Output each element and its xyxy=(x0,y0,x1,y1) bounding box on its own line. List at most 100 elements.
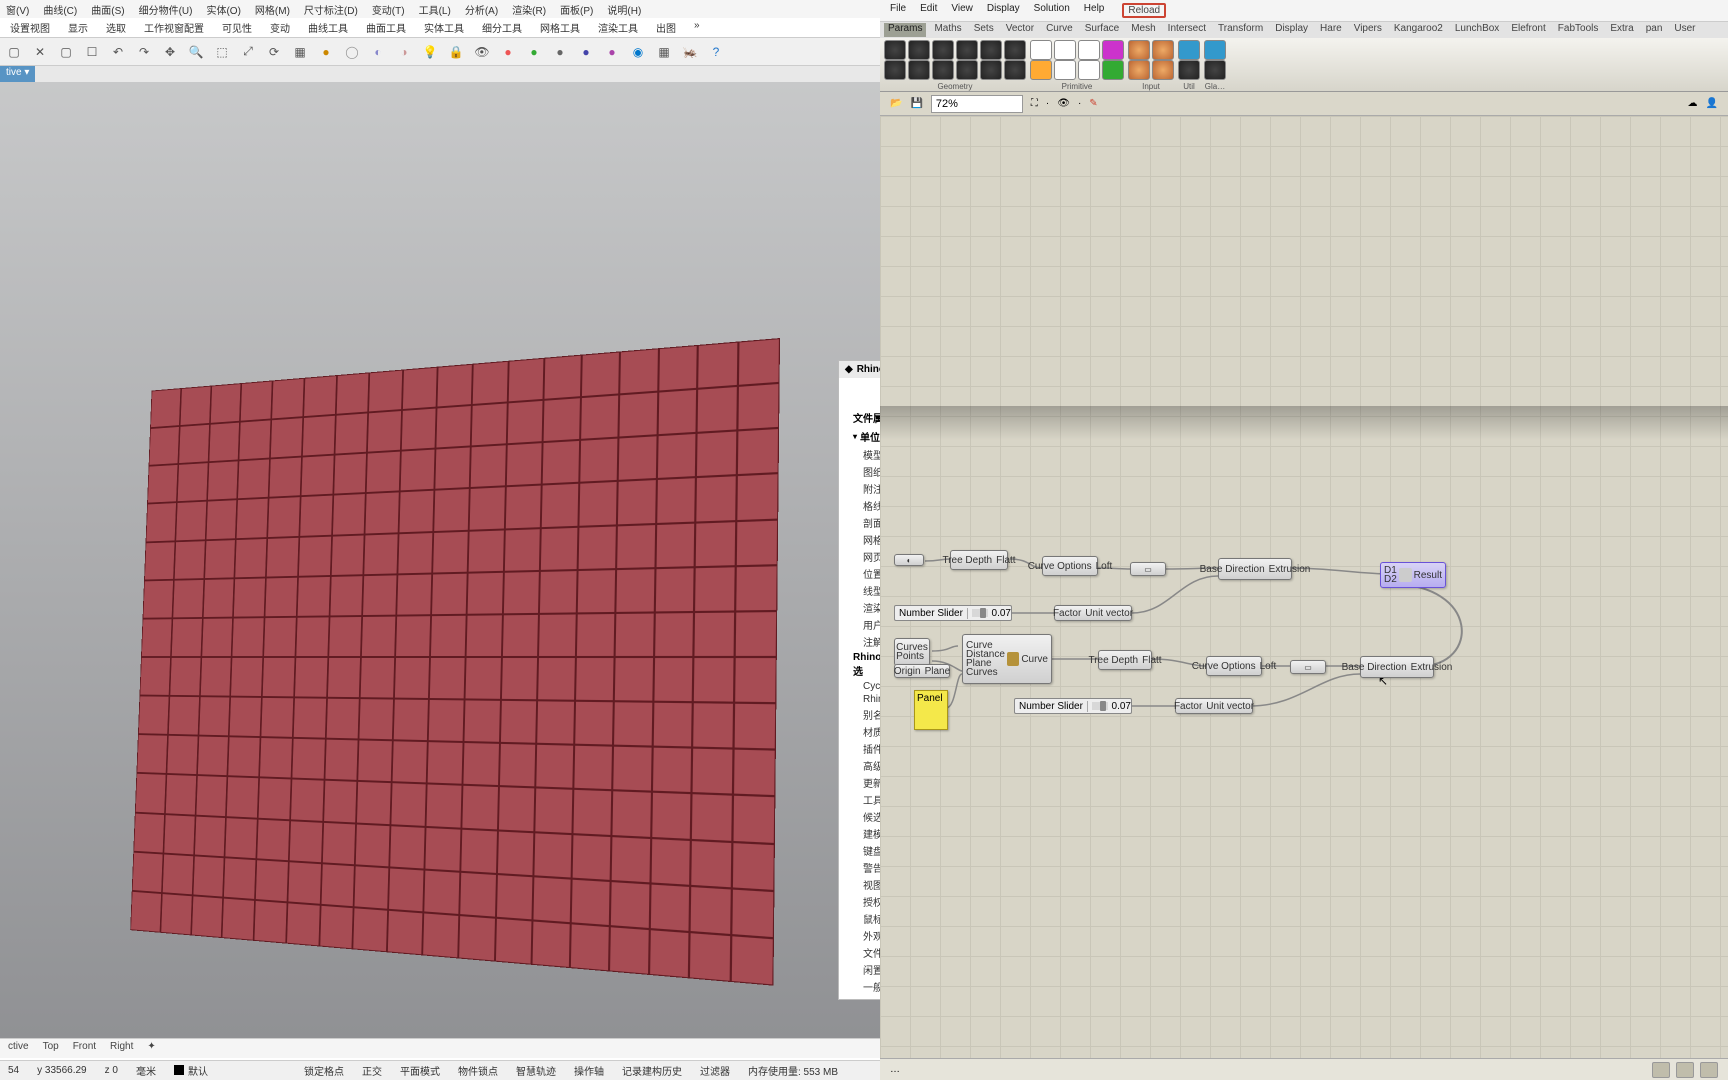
menu-item[interactable]: 工具(L) xyxy=(419,2,451,16)
gh-canvas[interactable]: ◐ Tree DepthFlatt Curve OptionsLoft ▭ Ba… xyxy=(880,116,1728,1080)
menu-item[interactable]: 说明(H) xyxy=(607,2,641,16)
wire-icon[interactable]: ◯ xyxy=(342,42,362,62)
comp-icon[interactable] xyxy=(1054,40,1076,60)
menu-file[interactable]: File xyxy=(890,3,906,18)
rhino-main-toolbar[interactable]: ▢ ✕ ▢ ☐ ↶ ↷ ✥ 🔍 ⬚ ⤢ ⟳ ▦ ● ◯ ◐ ◑ 💡 🔒 👁 ● … xyxy=(0,38,880,66)
menu-display[interactable]: Display xyxy=(987,3,1020,18)
comp-icon[interactable] xyxy=(1030,60,1052,80)
comp-icon[interactable] xyxy=(980,60,1002,80)
lock-icon[interactable]: 🔒 xyxy=(446,42,466,62)
number-slider[interactable]: Number Slider0.07 xyxy=(894,605,1012,621)
comp-icon[interactable] xyxy=(1004,60,1026,80)
param-component[interactable]: ◐ xyxy=(894,554,924,566)
sphere2-icon[interactable]: ● xyxy=(524,42,544,62)
gh-tab[interactable]: Sets xyxy=(970,23,998,37)
menu-solution[interactable]: Solution xyxy=(1034,3,1070,18)
comp-icon[interactable] xyxy=(1078,60,1100,80)
comp-icon[interactable] xyxy=(1030,40,1052,60)
st[interactable]: 正交 xyxy=(362,1063,382,1078)
vp-tab[interactable]: Right xyxy=(110,1041,133,1056)
light-icon[interactable]: 💡 xyxy=(420,42,440,62)
extrude-component[interactable]: Base DirectionExtrusion xyxy=(1218,558,1292,580)
print-icon[interactable]: ☐ xyxy=(82,42,102,62)
comp-icon[interactable] xyxy=(884,40,906,60)
tab[interactable]: 网格工具 xyxy=(540,20,580,35)
cloud-icon[interactable]: ☁ xyxy=(1688,98,1698,109)
tab[interactable]: 可见性 xyxy=(222,20,252,35)
menu-item[interactable]: 曲面(S) xyxy=(91,2,124,16)
user-icon[interactable]: 👤 xyxy=(1706,98,1718,109)
menu-item[interactable]: 细分物件(U) xyxy=(139,2,193,16)
loft-options-component[interactable]: Curve OptionsLoft xyxy=(1206,656,1262,676)
zoom-ext-icon[interactable]: ⤢ xyxy=(238,42,258,62)
tab[interactable]: 渲染工具 xyxy=(598,20,638,35)
st[interactable]: 操作轴 xyxy=(574,1063,604,1078)
comp-icon[interactable] xyxy=(1204,40,1226,60)
gh-tab[interactable]: Mesh xyxy=(1127,23,1159,37)
preview-icon[interactable]: 👁 xyxy=(1057,98,1070,109)
help-icon[interactable]: ? xyxy=(706,42,726,62)
gh-tab[interactable]: Hare xyxy=(1316,23,1346,37)
layer[interactable]: 默认 xyxy=(174,1063,208,1078)
shade-icon[interactable]: ● xyxy=(316,42,336,62)
rhino-toolbar-tabs[interactable]: 设置视图 显示 选取 工作视窗配置 可见性 变动 曲线工具 曲面工具 实体工具 … xyxy=(0,18,880,38)
comp-icon[interactable] xyxy=(1128,40,1150,60)
comp-icon[interactable] xyxy=(1004,40,1026,60)
gh-tab[interactable]: pan xyxy=(1642,23,1667,37)
gh-tab[interactable]: Params xyxy=(884,23,926,37)
gh-tab[interactable]: FabTools xyxy=(1554,23,1603,37)
unit-vector-component[interactable]: FactorUnit vector xyxy=(1175,698,1253,714)
tab[interactable]: 设置视图 xyxy=(10,20,50,35)
comp-icon[interactable] xyxy=(1102,40,1124,60)
gh-tab[interactable]: Maths xyxy=(930,23,965,37)
comp-icon[interactable] xyxy=(1178,40,1200,60)
tab[interactable]: 曲线工具 xyxy=(308,20,348,35)
menu-help[interactable]: Help xyxy=(1084,3,1105,18)
comp-icon[interactable] xyxy=(956,40,978,60)
vp-tab-add[interactable]: ✦ xyxy=(147,1041,155,1056)
gh-tab[interactable]: Extra xyxy=(1606,23,1637,37)
gh-sb-icon[interactable] xyxy=(1700,1062,1718,1078)
viewport-tabs[interactable]: ctive Top Front Right ✦ xyxy=(0,1038,880,1058)
open-icon[interactable]: ✕ xyxy=(30,42,50,62)
xray-icon[interactable]: ◑ xyxy=(394,42,414,62)
sphere4-icon[interactable]: ● xyxy=(576,42,596,62)
tab[interactable]: 显示 xyxy=(68,20,88,35)
save-icon[interactable]: 💾 xyxy=(910,98,922,109)
render-icon[interactable]: ◉ xyxy=(628,42,648,62)
extrude-component[interactable]: Base DirectionExtrusion xyxy=(1360,656,1434,678)
menu-item[interactable]: 窗(V) xyxy=(6,2,29,16)
grid-icon[interactable]: ▦ xyxy=(290,42,310,62)
menu-item[interactable]: 网格(M) xyxy=(255,2,290,16)
menu-item[interactable]: 实体(O) xyxy=(206,2,240,16)
gh-ribbon[interactable]: Geometry Primitive Input Util Gla… xyxy=(880,38,1728,92)
st[interactable]: 锁定格点 xyxy=(304,1063,344,1078)
params-component[interactable]: CurvesPoints xyxy=(894,638,930,666)
rhino-menubar[interactable]: 窗(V) 曲线(C) 曲面(S) 细分物件(U) 实体(O) 网格(M) 尺寸标… xyxy=(0,0,880,18)
save-icon[interactable]: ▢ xyxy=(56,42,76,62)
ghost-icon[interactable]: ◐ xyxy=(368,42,388,62)
comp-icon[interactable] xyxy=(1102,60,1124,80)
gh-menubar[interactable]: File Edit View Display Solution Help Rel… xyxy=(880,0,1728,22)
rotate-icon[interactable]: ⟳ xyxy=(264,42,284,62)
menu-view[interactable]: View xyxy=(951,3,973,18)
gh-tab[interactable]: Vector xyxy=(1002,23,1038,37)
new-icon[interactable]: ▢ xyxy=(4,42,24,62)
comp-icon[interactable] xyxy=(1178,60,1200,80)
comp-icon[interactable] xyxy=(1054,60,1076,80)
undo-icon[interactable]: ↶ xyxy=(108,42,128,62)
loft-options-component[interactable]: Curve OptionsLoft xyxy=(1042,556,1098,576)
tree-depth-component[interactable]: Tree DepthFlatt xyxy=(950,550,1008,570)
plane-component[interactable]: OriginPlane xyxy=(894,664,950,678)
tab[interactable]: 出图 xyxy=(656,20,676,35)
tab-overflow[interactable]: » xyxy=(694,20,700,35)
gh-tab[interactable]: Transform xyxy=(1214,23,1267,37)
number-slider[interactable]: Number Slider0.07 xyxy=(1014,698,1132,714)
menu-item[interactable]: 面板(P) xyxy=(560,2,593,16)
vp-tab[interactable]: Front xyxy=(73,1041,96,1056)
tab[interactable]: 实体工具 xyxy=(424,20,464,35)
perp-frame-component[interactable]: Curve Distance Plane CurvesCurve xyxy=(962,634,1052,684)
gh-tab[interactable]: Curve xyxy=(1042,23,1077,37)
st[interactable]: 记录建构历史 xyxy=(622,1063,682,1078)
red-grid-surface[interactable] xyxy=(130,338,780,986)
